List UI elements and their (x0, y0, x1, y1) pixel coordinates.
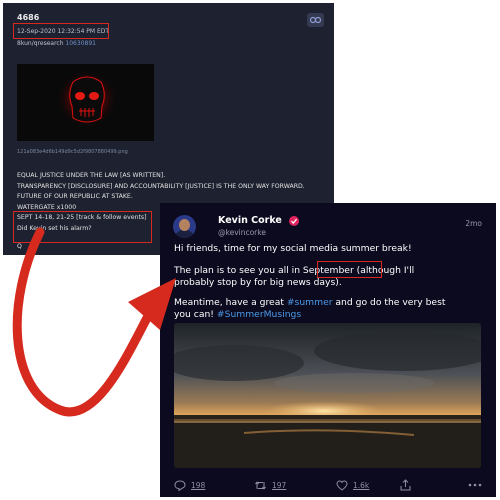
annotation-arrow (12, 227, 176, 417)
